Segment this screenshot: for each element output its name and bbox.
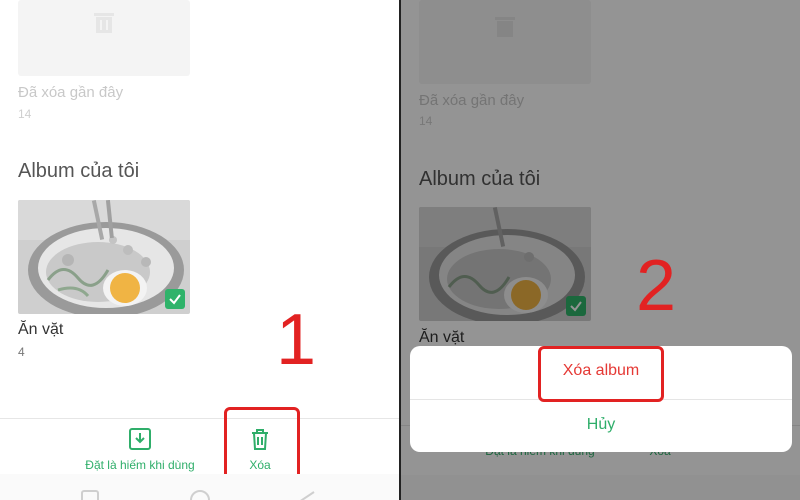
nav-buttons bbox=[81, 490, 315, 500]
bottom-action-bar: Đặt là hiếm khi dùng Xóa bbox=[0, 418, 400, 475]
check-icon bbox=[169, 294, 181, 305]
recently-deleted-thumbnail[interactable] bbox=[18, 0, 190, 76]
home-icon bbox=[190, 490, 210, 500]
right-panel: Đã xóa gần đây 14 Album của tôi Ăn vặt Đ… bbox=[401, 0, 800, 500]
highlight-box-delete-album bbox=[538, 346, 664, 402]
album-name: Ăn vặt bbox=[18, 321, 64, 338]
step-number-2: 2 bbox=[636, 246, 677, 326]
step-number-1: 1 bbox=[276, 300, 317, 380]
recently-deleted-title: Đã xóa gần đây bbox=[18, 84, 124, 101]
download-icon bbox=[129, 428, 151, 450]
back-icon bbox=[300, 491, 315, 500]
album-thumbnail[interactable] bbox=[18, 200, 190, 314]
selected-checkbox[interactable] bbox=[165, 289, 185, 309]
cancel-button[interactable]: Hủy bbox=[410, 416, 792, 434]
recent-apps-icon bbox=[81, 490, 99, 500]
mark-rarely-used-label: Đặt là hiếm khi dùng bbox=[85, 458, 195, 472]
left-panel: Đã xóa gần đây 14 Album của tôi Ăn vặt 4… bbox=[0, 0, 400, 500]
system-nav-bar bbox=[0, 474, 400, 500]
section-title: Album của tôi bbox=[18, 160, 140, 182]
album-count: 4 bbox=[18, 345, 25, 359]
trash-icon bbox=[94, 13, 114, 33]
highlight-box-delete bbox=[224, 407, 300, 483]
mark-rarely-used-button[interactable]: Đặt là hiếm khi dùng bbox=[80, 427, 200, 472]
recently-deleted-count: 14 bbox=[18, 107, 32, 121]
